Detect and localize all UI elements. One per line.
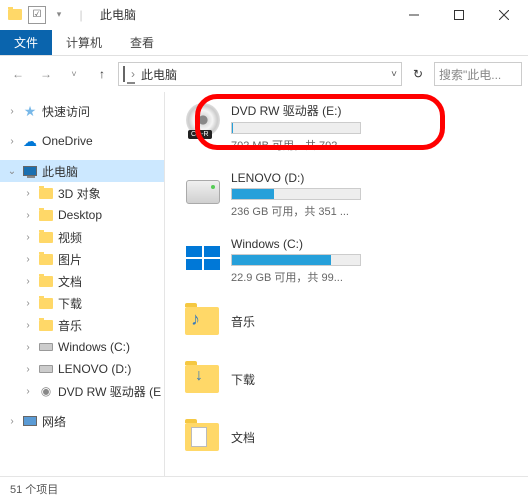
star-icon: ★	[22, 103, 38, 119]
search-input[interactable]: 搜索"此电...	[434, 62, 522, 86]
maximize-button[interactable]	[436, 1, 481, 29]
usage-bar	[231, 122, 361, 134]
sidebar-item[interactable]: ›图片	[0, 248, 164, 270]
drive-status: 702 MB 可用，共 702...	[231, 137, 371, 153]
ribbon-tabs: 文件 计算机 查看	[0, 30, 528, 56]
usage-bar	[231, 254, 361, 266]
chevron-right-icon[interactable]: ›	[22, 188, 34, 199]
music-folder-icon	[185, 303, 221, 339]
search-placeholder: 搜索"此电...	[439, 66, 501, 83]
titlebar: ☑ ▾ | 此电脑	[0, 0, 528, 30]
drive-name: LENOVO (D:)	[231, 171, 522, 185]
chevron-right-icon[interactable]: ›	[22, 254, 34, 265]
drive-status: 22.9 GB 可用，共 99...	[231, 269, 371, 285]
drive-item[interactable]: LENOVO (D:) 236 GB 可用，共 351 ...	[171, 171, 522, 219]
navigation-pane: › ★ 快速访问 › ☁ OneDrive ⌄ 此电脑 ›3D 对象›Deskt…	[0, 92, 165, 476]
sidebar-item[interactable]: ›音乐	[0, 314, 164, 336]
folder-item[interactable]: 音乐	[171, 303, 522, 339]
folder-icon	[38, 207, 54, 223]
sidebar-item[interactable]: ›3D 对象	[0, 182, 164, 204]
chevron-right-icon[interactable]: ›	[22, 364, 34, 375]
explorer-icon	[6, 6, 24, 24]
separator: |	[72, 6, 90, 24]
chevron-right-icon[interactable]: ›	[6, 136, 18, 147]
folder-icon	[38, 251, 54, 267]
folder-name: 音乐	[231, 313, 255, 330]
close-button[interactable]	[481, 1, 526, 29]
pc-icon	[22, 163, 38, 179]
navigation-bar: ← → ˅ ↑ › 此电脑 ˅ ↻ 搜索"此电...	[0, 56, 528, 92]
folder-name: 文档	[231, 429, 255, 446]
disc-icon: ◉	[38, 383, 54, 399]
folder-icon	[38, 229, 54, 245]
sidebar-item[interactable]: ›◉DVD RW 驱动器 (E	[0, 380, 164, 402]
recent-dropdown[interactable]: ˅	[62, 62, 86, 86]
doc-folder-icon	[185, 419, 221, 455]
address-dropdown-icon[interactable]: ˅	[391, 69, 397, 80]
minimize-button[interactable]	[391, 1, 436, 29]
sidebar-item[interactable]: ›视频	[0, 226, 164, 248]
chevron-right-icon[interactable]: ›	[22, 210, 34, 221]
chevron-right-icon[interactable]: ›	[6, 416, 18, 427]
content-pane: CD-R DVD RW 驱动器 (E:) 702 MB 可用，共 702... LEN…	[165, 92, 528, 476]
usage-bar	[231, 188, 361, 200]
tab-view[interactable]: 查看	[116, 30, 168, 55]
cloud-icon: ☁	[22, 133, 38, 149]
drive-icon	[38, 361, 54, 377]
folder-icon	[38, 295, 54, 311]
drive-name: Windows (C:)	[231, 237, 522, 251]
folder-name: 下载	[231, 371, 255, 388]
address-bar[interactable]: › 此电脑 ˅	[118, 62, 402, 86]
drive-icon	[38, 339, 54, 355]
tab-file[interactable]: 文件	[0, 30, 52, 55]
windows-drive-icon	[185, 237, 221, 273]
drive-item[interactable]: Windows (C:) 22.9 GB 可用，共 99...	[171, 237, 522, 285]
forward-button[interactable]: →	[34, 62, 58, 86]
chevron-right-icon[interactable]: ›	[22, 320, 34, 331]
chevron-right-icon[interactable]: ›	[22, 386, 34, 397]
sidebar-item[interactable]: ›文档	[0, 270, 164, 292]
pc-icon	[123, 67, 125, 81]
chevron-right-icon[interactable]: ›	[22, 342, 34, 353]
network-icon	[22, 413, 38, 429]
sidebar-item[interactable]: ›Desktop	[0, 204, 164, 226]
folder-icon	[38, 317, 54, 333]
window-title: 此电脑	[100, 6, 136, 23]
sidebar-item-this-pc[interactable]: ⌄ 此电脑	[0, 160, 164, 182]
folder-item[interactable]: 文档	[171, 419, 522, 455]
sidebar-item-network[interactable]: › 网络	[0, 410, 164, 432]
chevron-right-icon[interactable]: ›	[22, 276, 34, 287]
refresh-button[interactable]: ↻	[406, 62, 430, 86]
dl-folder-icon	[185, 361, 221, 397]
disc-icon: CD-R	[185, 102, 221, 138]
drive-name: DVD RW 驱动器 (E:)	[231, 102, 522, 119]
folder-icon	[38, 273, 54, 289]
chevron-right-icon[interactable]: ›	[22, 298, 34, 309]
sidebar-item-onedrive[interactable]: › ☁ OneDrive	[0, 130, 164, 152]
sidebar-item[interactable]: ›LENOVO (D:)	[0, 358, 164, 380]
folder-item[interactable]: 下载	[171, 361, 522, 397]
chevron-right-icon[interactable]: ›	[6, 106, 18, 117]
folder-icon	[38, 185, 54, 201]
breadcrumb[interactable]: 此电脑	[141, 66, 177, 83]
chevron-right-icon[interactable]: ›	[131, 67, 135, 81]
quick-access-toolbar: ☑ ▾ |	[2, 6, 90, 24]
chevron-right-icon[interactable]: ›	[22, 232, 34, 243]
statusbar: 51 个项目	[0, 476, 528, 500]
sidebar-item[interactable]: ›Windows (C:)	[0, 336, 164, 358]
up-button[interactable]: ↑	[90, 62, 114, 86]
drive-status: 236 GB 可用，共 351 ...	[231, 203, 371, 219]
back-button[interactable]: ←	[6, 62, 30, 86]
hdd-icon	[185, 171, 221, 207]
sidebar-item-quick-access[interactable]: › ★ 快速访问	[0, 100, 164, 122]
tab-computer[interactable]: 计算机	[52, 30, 116, 55]
chevron-down-icon[interactable]: ⌄	[6, 166, 18, 177]
sidebar-item[interactable]: ›下载	[0, 292, 164, 314]
drive-item[interactable]: CD-R DVD RW 驱动器 (E:) 702 MB 可用，共 702...	[171, 102, 522, 153]
item-count: 51 个项目	[10, 481, 58, 497]
qat-dropdown-icon[interactable]: ▾	[50, 6, 68, 24]
properties-icon[interactable]: ☑	[28, 6, 46, 24]
